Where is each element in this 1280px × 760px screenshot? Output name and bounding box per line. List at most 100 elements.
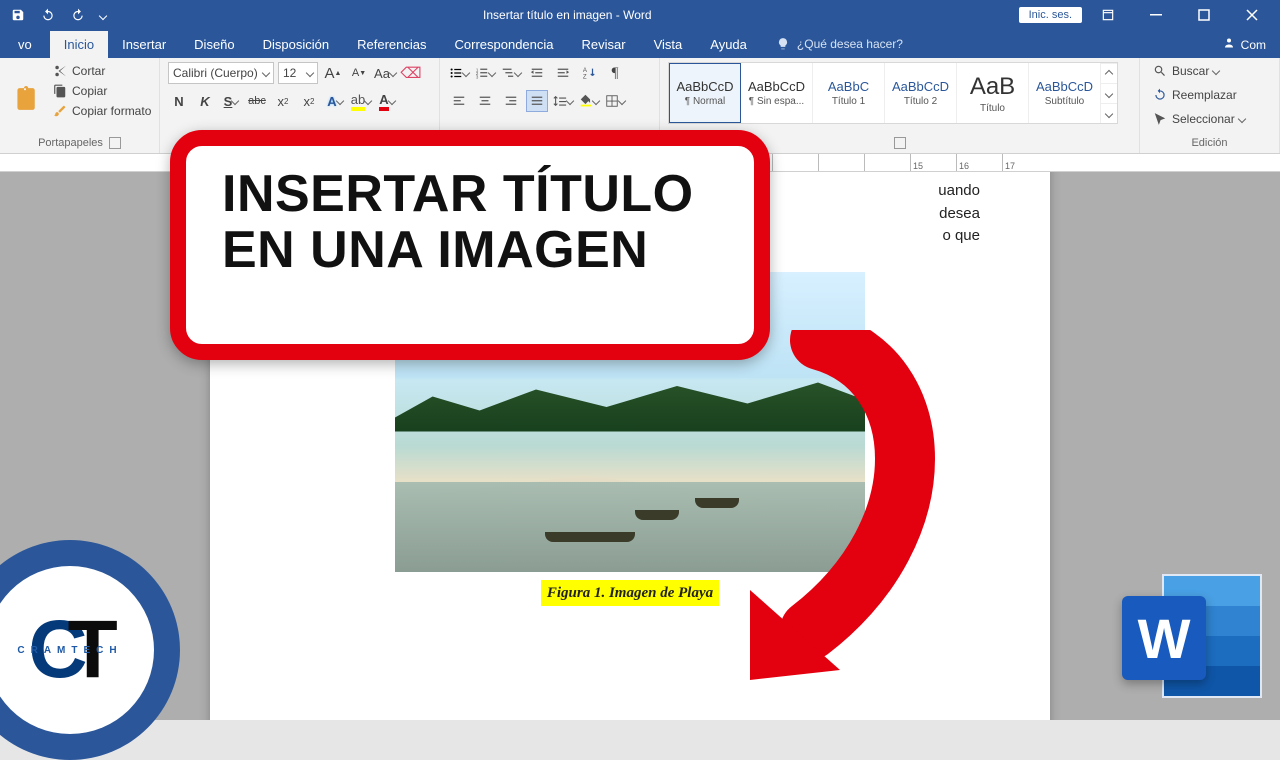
tab-revisar[interactable]: Revisar [568, 31, 640, 58]
increase-indent-button[interactable] [552, 62, 574, 84]
replace-icon [1152, 87, 1168, 103]
subscript-button[interactable]: x2 [272, 90, 294, 112]
underline-button[interactable]: S [220, 90, 242, 112]
redo-icon[interactable] [70, 7, 86, 23]
shading-button[interactable] [578, 90, 600, 112]
image-caption[interactable]: Figura 1. Imagen de Playa [541, 580, 719, 607]
gallery-up-icon[interactable] [1101, 63, 1117, 83]
select-button[interactable]: Seleccionar [1148, 110, 1271, 128]
cut-button[interactable]: Cortar [48, 62, 155, 80]
copy-label: Copiar [72, 84, 107, 98]
find-label: Buscar [1172, 64, 1209, 78]
style-titulo2[interactable]: AaBbCcDTítulo 2 [885, 63, 957, 123]
ruler-tick-16: 16 [956, 154, 1002, 171]
bullets-button[interactable] [448, 62, 470, 84]
clear-format-button[interactable]: ⌫ [400, 62, 422, 84]
qat-more-icon[interactable] [100, 8, 106, 22]
window-title: Insertar título en imagen - Word [116, 8, 1019, 22]
format-painter-label: Copiar formato [72, 104, 151, 118]
style-subtitulo[interactable]: AaBbCcDSubtítulo [1029, 63, 1101, 123]
highlight-button[interactable]: ab [350, 90, 372, 112]
show-marks-button[interactable]: ¶ [604, 62, 626, 84]
maximize-icon[interactable] [1182, 0, 1226, 30]
change-case-button[interactable]: Aa [374, 62, 396, 84]
overlay-line1: INSERTAR TÍTULO [222, 165, 694, 223]
styles-dialog-launcher[interactable] [894, 137, 906, 149]
format-painter-button[interactable]: Copiar formato [48, 102, 155, 120]
tab-correspondencia[interactable]: Correspondencia [441, 31, 568, 58]
italic-button[interactable]: K [194, 90, 216, 112]
tab-insertar[interactable]: Insertar [108, 31, 180, 58]
tab-inicio[interactable]: Inicio [50, 31, 108, 58]
decrease-indent-button[interactable] [526, 62, 548, 84]
style-titulo[interactable]: AaBTítulo [957, 63, 1029, 123]
word-app-logo: W [1122, 566, 1262, 706]
bold-button[interactable]: N [168, 90, 190, 112]
tell-me-label: ¿Qué desea hacer? [797, 37, 903, 51]
tab-disposicion[interactable]: Disposición [249, 31, 343, 58]
body-fragment-3: o que [942, 227, 980, 244]
justify-button[interactable] [526, 90, 548, 112]
align-left-button[interactable] [448, 90, 470, 112]
close-icon[interactable] [1230, 0, 1274, 30]
ruler-tick-15: 15 [910, 154, 956, 171]
text-effects-button[interactable]: A [324, 90, 346, 112]
share-button[interactable]: Com [1207, 29, 1280, 58]
logo-brand-text: CRAMTECH [17, 645, 122, 656]
styles-gallery[interactable]: AaBbCcD¶ Normal AaBbCcD¶ Sin espa... AaB… [668, 62, 1118, 124]
gallery-down-icon[interactable] [1101, 83, 1117, 103]
undo-icon[interactable] [40, 7, 56, 23]
ribbon-tabs: vo Inicio Insertar Diseño Disposición Re… [0, 30, 1280, 58]
paste-button[interactable] [8, 77, 42, 121]
tab-referencias[interactable]: Referencias [343, 31, 440, 58]
font-color-button[interactable]: A [376, 90, 398, 112]
gallery-more-icon[interactable] [1101, 103, 1117, 123]
borders-button[interactable] [604, 90, 626, 112]
minimize-icon[interactable] [1134, 0, 1178, 30]
save-icon[interactable] [10, 7, 26, 23]
tab-file[interactable]: vo [0, 31, 50, 58]
tell-me-search[interactable]: ¿Qué desea hacer? [761, 30, 917, 58]
search-icon [1152, 63, 1168, 79]
overlay-callout: INSERTAR TÍTULO EN UNA IMAGEN [170, 130, 770, 360]
lightbulb-icon [775, 36, 791, 52]
cursor-icon [1152, 111, 1168, 127]
overlay-line2: EN UNA IMAGEN [222, 221, 648, 279]
superscript-button[interactable]: x2 [298, 90, 320, 112]
style-sin-espaciado[interactable]: AaBbCcD¶ Sin espa... [741, 63, 813, 123]
line-spacing-button[interactable] [552, 90, 574, 112]
cut-label: Cortar [72, 64, 105, 78]
tab-ayuda[interactable]: Ayuda [696, 31, 761, 58]
style-normal[interactable]: AaBbCcD¶ Normal [669, 63, 741, 123]
font-name-value: Calibri (Cuerpo) [173, 66, 258, 80]
svg-text:Z: Z [583, 73, 587, 80]
ribbon-options-icon[interactable] [1086, 0, 1130, 30]
group-editing: Buscar Reemplazar Seleccionar Edición [1140, 58, 1280, 153]
shrink-font-button[interactable]: A▼ [348, 62, 370, 84]
scissors-icon [52, 63, 68, 79]
word-logo-letter: W [1138, 606, 1191, 671]
grow-font-button[interactable]: A▲ [322, 62, 344, 84]
sort-button[interactable]: AZ [578, 62, 600, 84]
svg-text:3: 3 [476, 74, 479, 79]
font-size-combo[interactable]: 12 [278, 62, 318, 84]
brush-icon [52, 103, 68, 119]
style-titulo1[interactable]: AaBbCTítulo 1 [813, 63, 885, 123]
align-center-button[interactable] [474, 90, 496, 112]
numbering-button[interactable]: 123 [474, 62, 496, 84]
replace-button[interactable]: Reemplazar [1148, 86, 1271, 104]
signin-button[interactable]: Inic. ses. [1019, 7, 1082, 23]
title-bar: Insertar título en imagen - Word Inic. s… [0, 0, 1280, 30]
group-clipboard-label: Portapapeles [38, 137, 103, 149]
body-fragment-1: uando [938, 182, 980, 199]
align-right-button[interactable] [500, 90, 522, 112]
font-name-combo[interactable]: Calibri (Cuerpo) [168, 62, 274, 84]
clipboard-dialog-launcher[interactable] [109, 137, 121, 149]
eraser-icon: ⌫ [400, 64, 421, 82]
tab-diseno[interactable]: Diseño [180, 31, 248, 58]
multilevel-button[interactable] [500, 62, 522, 84]
find-button[interactable]: Buscar [1148, 62, 1271, 80]
copy-button[interactable]: Copiar [48, 82, 155, 100]
strikethrough-button[interactable]: abc [246, 90, 268, 112]
tab-vista[interactable]: Vista [640, 31, 697, 58]
